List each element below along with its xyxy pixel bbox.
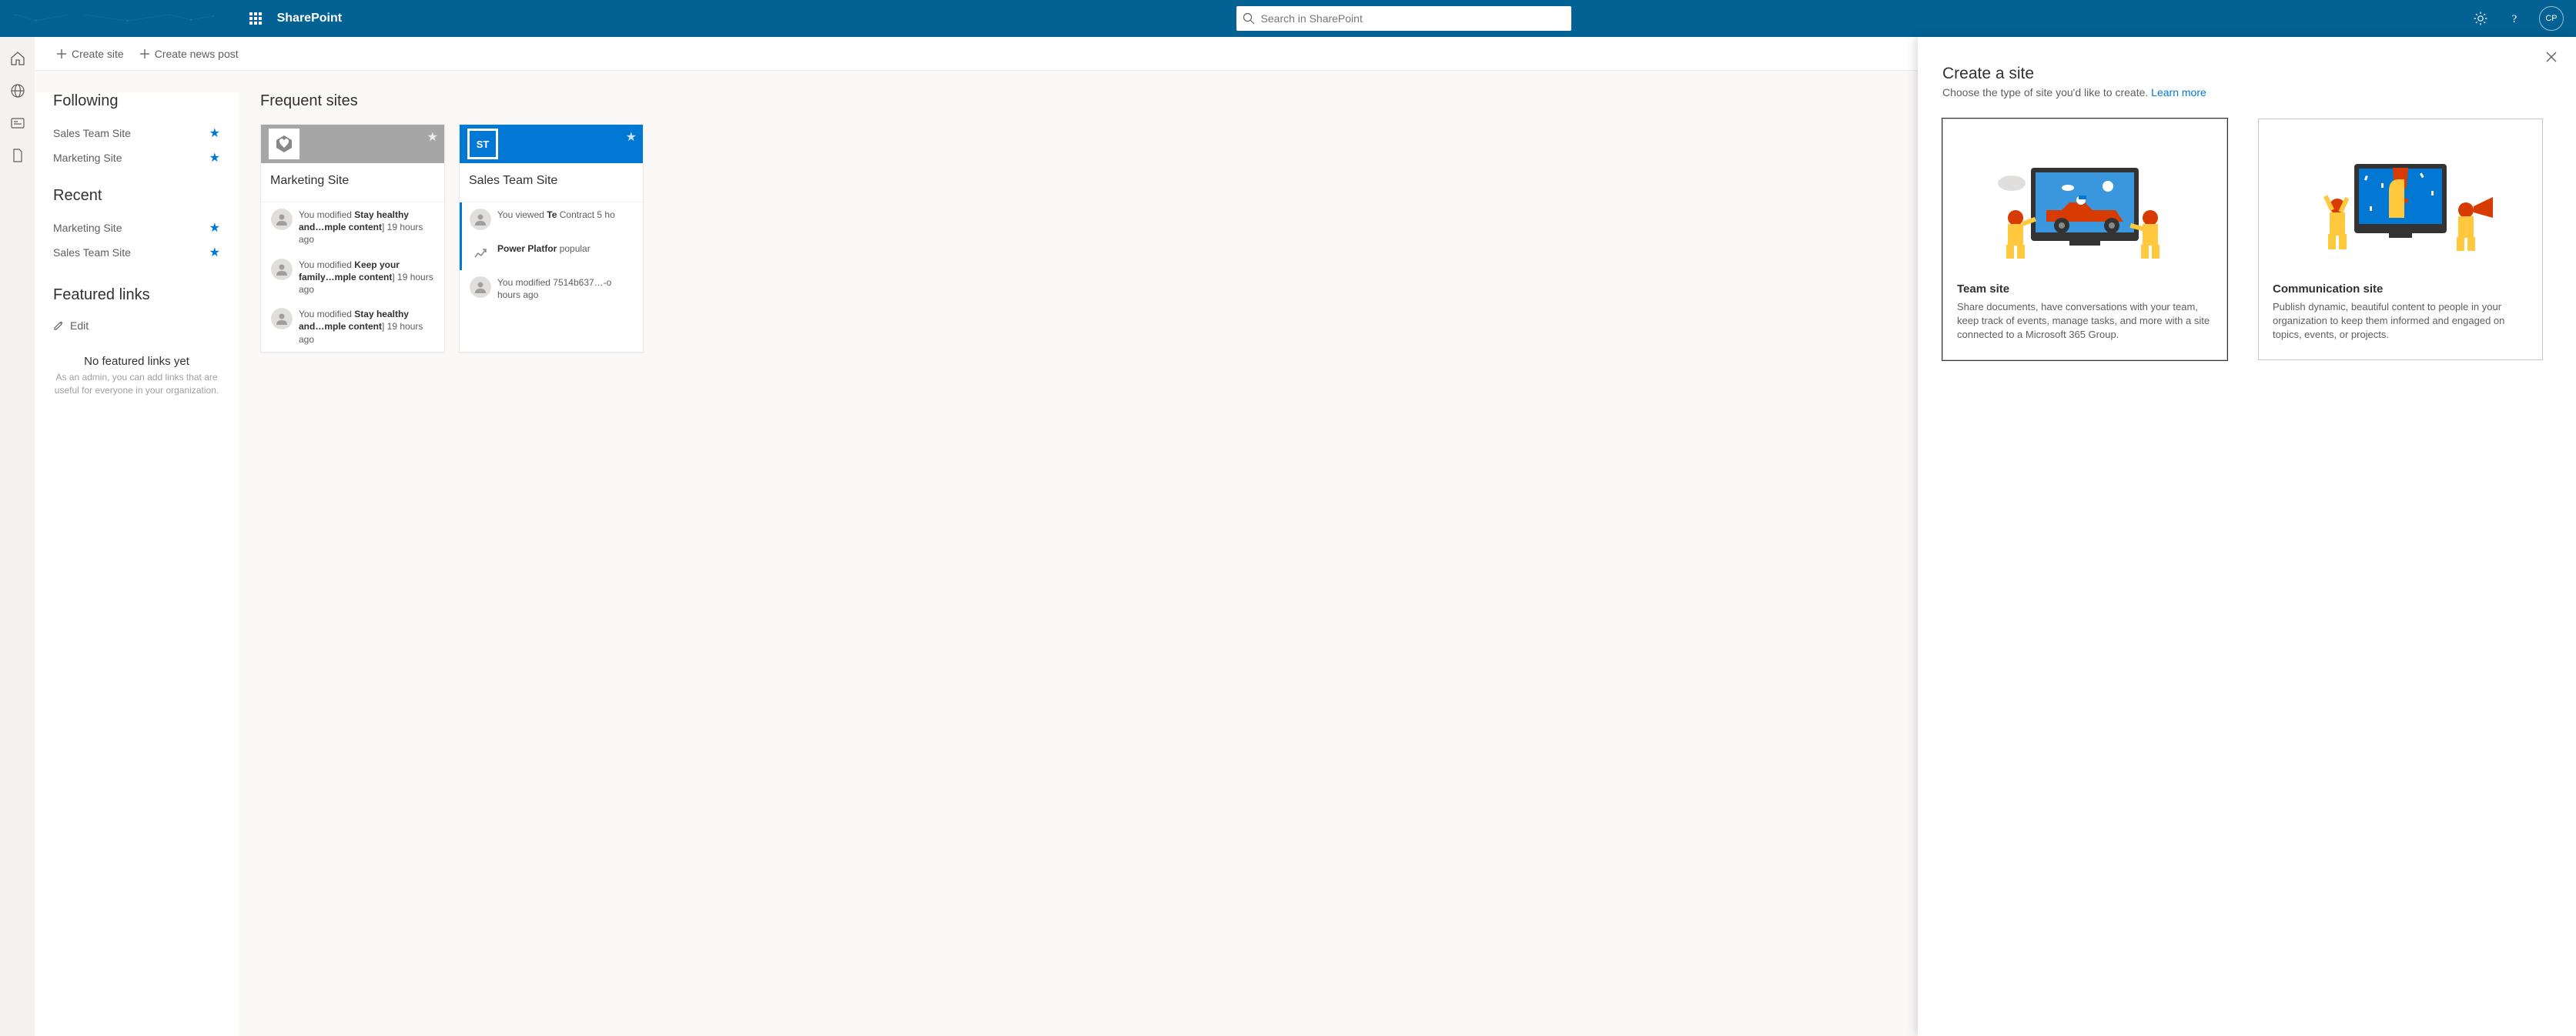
person-icon xyxy=(470,209,491,230)
left-column: Following Sales Team Site ★ Marketing Si… xyxy=(35,92,239,1036)
create-site-button[interactable]: Create site xyxy=(56,48,124,60)
site-logo xyxy=(269,129,299,159)
activity-text: Power Platfor popular xyxy=(497,242,590,264)
featured-section: Featured links Edit No featured links ye… xyxy=(53,286,220,397)
featured-empty-title: No featured links yet xyxy=(53,355,220,368)
option-desc: Publish dynamic, beautiful content to pe… xyxy=(2273,300,2528,343)
activity-row: You modified 7514b637…-o hours ago xyxy=(460,270,643,307)
card-header: ST ★ xyxy=(460,125,643,163)
suite-header: SharePoint ? CP xyxy=(0,0,2576,37)
card-activities: You viewed Te Contract 5 ho Power Platfor… xyxy=(460,202,643,307)
left-rail xyxy=(0,37,35,1036)
search-icon xyxy=(1243,12,1255,25)
team-site-option[interactable]: Team site Share documents, have conversa… xyxy=(1942,119,2227,360)
activity-text: You modified Stay healthy and…mple conte… xyxy=(299,308,437,346)
option-title: Communication site xyxy=(2273,282,2528,296)
create-site-panel: Create a site Choose the type of site yo… xyxy=(1918,37,2576,1036)
create-site-label: Create site xyxy=(72,48,124,60)
following-site[interactable]: Sales Team Site ★ xyxy=(53,121,220,145)
pencil-icon xyxy=(53,320,64,331)
plus-icon xyxy=(56,48,67,59)
header-actions: ? CP xyxy=(2465,0,2570,37)
person-icon xyxy=(271,308,293,329)
site-label: Sales Team Site xyxy=(53,127,131,139)
activity-row: You modified Keep your family…mple conte… xyxy=(261,252,444,302)
create-news-button[interactable]: Create news post xyxy=(139,48,239,60)
search-input[interactable] xyxy=(1261,12,1565,25)
site-label: Marketing Site xyxy=(53,222,122,234)
edit-featured-button[interactable]: Edit xyxy=(53,315,220,336)
activity-text: You modified Stay healthy and…mple conte… xyxy=(299,209,437,246)
card-star-icon[interactable]: ★ xyxy=(626,129,637,145)
header-decorative-bg xyxy=(6,15,237,22)
site-label: Sales Team Site xyxy=(53,246,131,259)
activity-row: You modified Stay healthy and…mple conte… xyxy=(261,302,444,352)
panel-subtitle: Choose the type of site you'd like to cr… xyxy=(1942,86,2551,99)
search-wrap xyxy=(342,6,2465,31)
plus-icon xyxy=(139,48,150,59)
star-icon[interactable]: ★ xyxy=(209,220,220,236)
card-header: ★ xyxy=(261,125,444,163)
team-site-illustration xyxy=(1957,133,2213,272)
account-button[interactable]: CP xyxy=(2539,6,2564,31)
rail-news[interactable] xyxy=(10,115,25,131)
recent-site[interactable]: Marketing Site ★ xyxy=(53,216,220,240)
brand-label[interactable]: SharePoint xyxy=(277,12,342,25)
edit-label: Edit xyxy=(70,319,89,332)
person-icon xyxy=(271,259,293,280)
site-type-options: Team site Share documents, have conversa… xyxy=(1942,119,2551,360)
rail-globe[interactable] xyxy=(10,83,25,99)
rail-files[interactable] xyxy=(10,148,25,163)
activity-text: You modified Keep your family…mple conte… xyxy=(299,259,437,296)
following-site[interactable]: Marketing Site ★ xyxy=(53,145,220,170)
site-label: Marketing Site xyxy=(53,152,122,164)
panel-title: Create a site xyxy=(1942,65,2551,83)
close-icon xyxy=(2546,52,2557,62)
panel-subtitle-text: Choose the type of site you'd like to cr… xyxy=(1942,86,2151,99)
panel-close-button[interactable] xyxy=(2542,48,2561,66)
trending-icon xyxy=(470,242,491,264)
star-icon[interactable]: ★ xyxy=(209,245,220,260)
card-activities: You modified Stay healthy and…mple conte… xyxy=(261,202,444,352)
svg-text:?: ? xyxy=(2512,13,2517,25)
star-icon[interactable]: ★ xyxy=(209,150,220,165)
star-icon[interactable]: ★ xyxy=(209,125,220,141)
search-box[interactable] xyxy=(1236,6,1571,31)
rail-home[interactable] xyxy=(10,51,25,66)
person-icon xyxy=(271,209,293,230)
settings-button[interactable] xyxy=(2465,0,2496,37)
app-launcher-button[interactable] xyxy=(237,0,274,37)
create-news-label: Create news post xyxy=(155,48,239,60)
card-title: Marketing Site xyxy=(261,163,444,202)
activity-row: You viewed Te Contract 5 ho xyxy=(460,202,643,236)
activity-text: You viewed Te Contract 5 ho xyxy=(497,209,615,230)
activity-text: You modified 7514b637…-o hours ago xyxy=(497,276,635,301)
person-icon xyxy=(470,276,491,298)
option-desc: Share documents, have conversations with… xyxy=(1957,300,2213,343)
featured-empty-sub: As an admin, you can add links that are … xyxy=(53,371,220,397)
gear-icon xyxy=(2474,12,2487,25)
site-logo: ST xyxy=(467,129,498,159)
card-star-icon[interactable]: ★ xyxy=(427,129,438,145)
site-card[interactable]: ★ Marketing Site You modified Stay healthy… xyxy=(260,124,445,353)
card-title: Sales Team Site xyxy=(460,163,643,202)
site-card[interactable]: ST★Sales Team SiteYou viewed Te Contract… xyxy=(459,124,644,353)
option-title: Team site xyxy=(1957,282,2213,296)
help-button[interactable]: ? xyxy=(2499,0,2530,37)
featured-empty: No featured links yet As an admin, you c… xyxy=(53,355,220,397)
waffle-icon xyxy=(249,12,262,25)
recent-site[interactable]: Sales Team Site ★ xyxy=(53,240,220,265)
activity-row: Power Platfor popular xyxy=(460,236,643,270)
following-heading: Following xyxy=(53,92,220,110)
communication-site-illustration xyxy=(2273,133,2528,272)
featured-heading: Featured links xyxy=(53,286,220,304)
learn-more-link[interactable]: Learn more xyxy=(2151,86,2206,99)
help-icon: ? xyxy=(2507,12,2521,25)
recent-heading: Recent xyxy=(53,187,220,205)
communication-site-option[interactable]: Communication site Publish dynamic, beau… xyxy=(2258,119,2543,360)
activity-row: You modified Stay healthy and…mple conte… xyxy=(261,202,444,252)
